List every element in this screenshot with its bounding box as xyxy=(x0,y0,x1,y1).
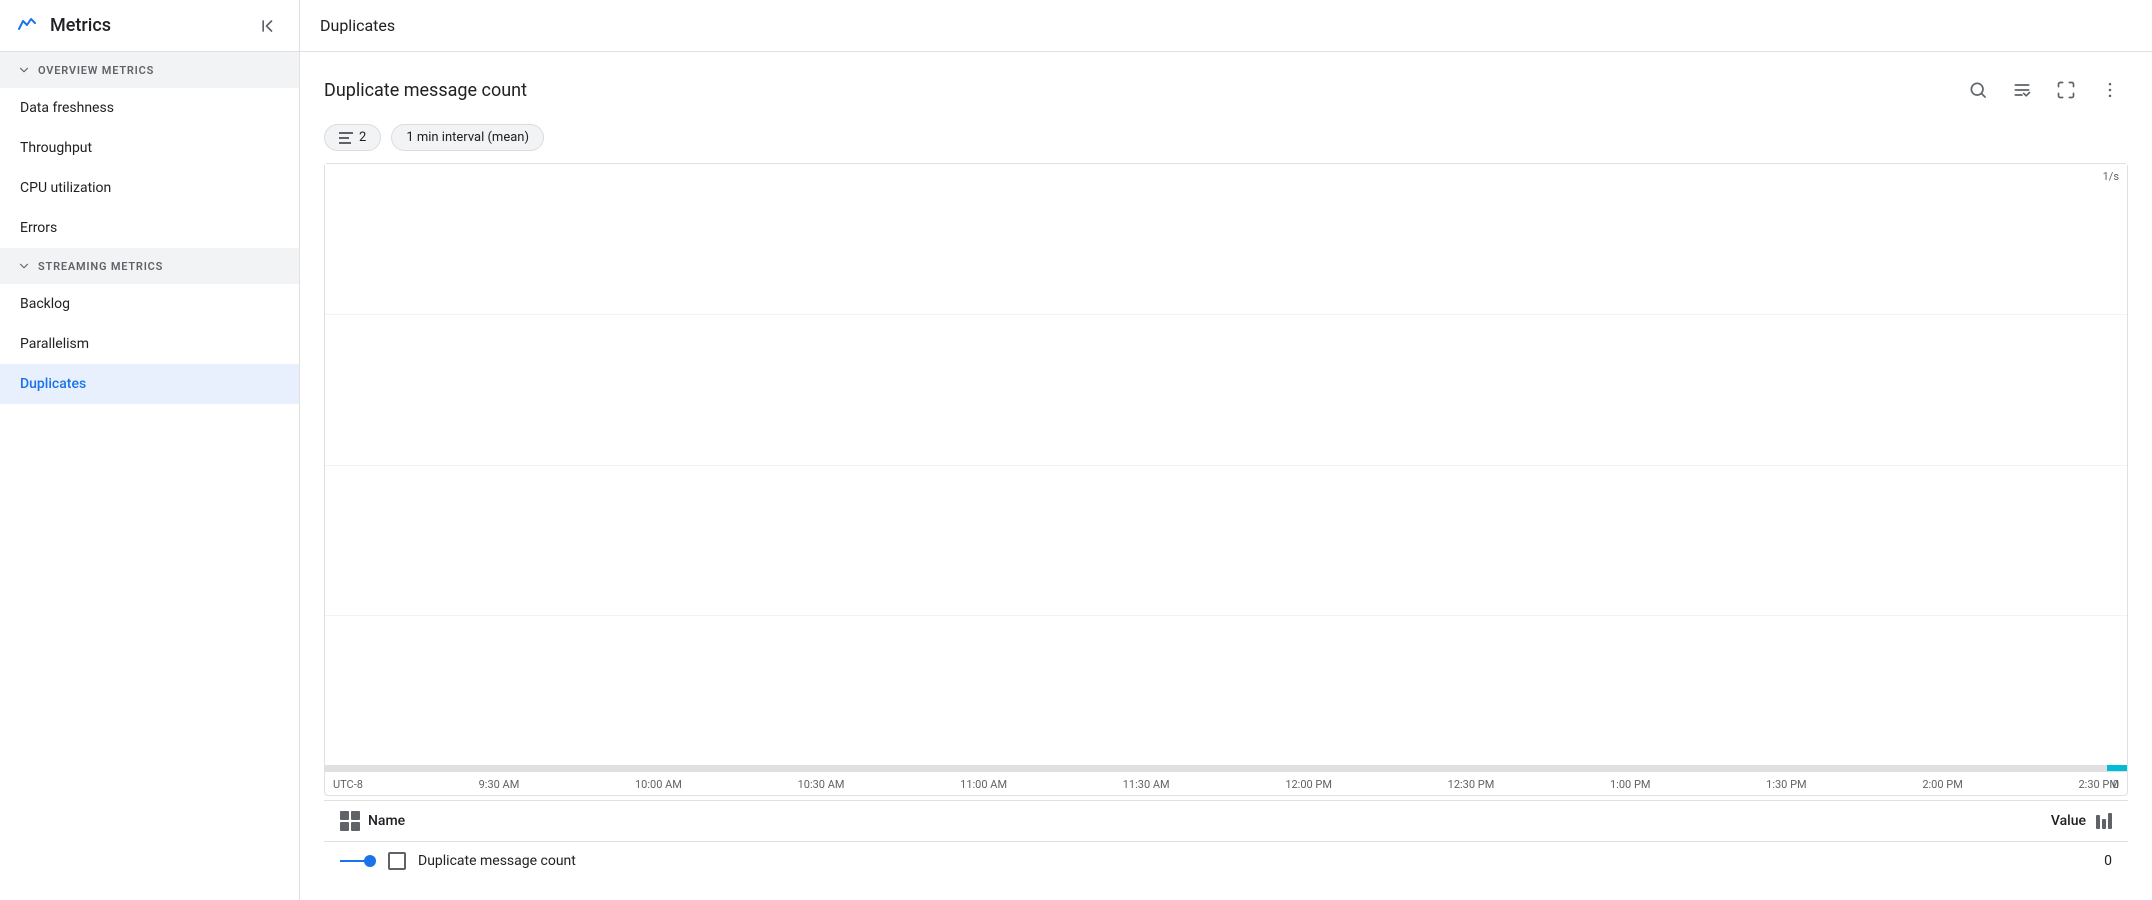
sidebar-item-backlog[interactable]: Backlog xyxy=(0,284,299,324)
x-label-1200: 12:00 PM xyxy=(1285,778,1332,791)
fullscreen-button[interactable] xyxy=(2048,72,2084,108)
chart-toolbar xyxy=(1960,72,2128,108)
sidebar: Metrics OVERVIEW METRICS Data freshness … xyxy=(0,0,300,900)
interval-pill[interactable]: 1 min interval (mean) xyxy=(391,124,544,151)
legend-table: Name Value xyxy=(324,800,2128,880)
chart-plot-area: 1/s xyxy=(325,164,2127,765)
app-title: Metrics xyxy=(50,15,111,36)
sidebar-item-data-freshness[interactable]: Data freshness xyxy=(0,88,299,128)
x-label-930: 9:30 AM xyxy=(479,778,520,791)
filter-count-pill[interactable]: 2 xyxy=(324,124,381,151)
filter-lines-icon xyxy=(339,132,353,144)
overview-section-label: OVERVIEW METRICS xyxy=(38,64,154,77)
columns-icon[interactable] xyxy=(2096,813,2112,829)
sidebar-section-streaming[interactable]: STREAMING METRICS xyxy=(0,248,299,284)
x-label-100: 1:00 PM xyxy=(1610,778,1650,791)
legend-grid-icon xyxy=(340,811,360,831)
legend-line-indicator xyxy=(340,855,376,867)
chart-container: Duplicate message count xyxy=(300,52,2152,900)
sidebar-item-errors[interactable]: Errors xyxy=(0,208,299,248)
x-axis: UTC-8 9:30 AM 10:00 AM 10:30 AM 11:00 AM… xyxy=(325,771,2127,795)
page-title: Duplicates xyxy=(320,16,395,35)
sidebar-collapse-button[interactable] xyxy=(255,12,283,40)
legend-checkbox[interactable] xyxy=(388,852,406,870)
sidebar-item-parallelism[interactable]: Parallelism xyxy=(0,324,299,364)
y-axis-max-label: 1/s xyxy=(2103,170,2119,183)
sidebar-header-left: Metrics xyxy=(16,12,111,40)
legend-button[interactable] xyxy=(2004,72,2040,108)
legend-row-name: Duplicate message count xyxy=(418,853,576,869)
x-label-1030: 10:30 AM xyxy=(798,778,845,791)
legend-row: Duplicate message count 0 xyxy=(324,842,2128,880)
main-content: Duplicates Duplicate message count xyxy=(300,0,2152,900)
sidebar-section-overview[interactable]: OVERVIEW METRICS xyxy=(0,52,299,88)
legend-row-left: Duplicate message count xyxy=(340,852,576,870)
sidebar-item-cpu-utilization[interactable]: CPU utilization xyxy=(0,168,299,208)
sidebar-header: Metrics xyxy=(0,0,299,52)
x-label-130: 1:30 PM xyxy=(1766,778,1806,791)
x-axis-labels: UTC-8 9:30 AM 10:00 AM 10:30 AM 11:00 AM… xyxy=(325,778,2127,791)
chart-title: Duplicate message count xyxy=(324,80,527,101)
legend-name-header-text: Name xyxy=(368,813,405,829)
x-label-utc: UTC-8 xyxy=(333,778,363,791)
legend-name-header: Name xyxy=(340,811,405,831)
grid-line xyxy=(325,615,2127,616)
filter-count: 2 xyxy=(359,130,366,145)
x-label-1130: 11:30 AM xyxy=(1123,778,1170,791)
streaming-section-label: STREAMING METRICS xyxy=(38,260,163,273)
main-header: Duplicates xyxy=(300,0,2152,52)
legend-dot xyxy=(364,855,376,867)
grid-line xyxy=(325,465,2127,466)
y-axis-zero-label: 0 xyxy=(2113,778,2119,791)
interval-label: 1 min interval (mean) xyxy=(406,130,529,145)
more-options-button[interactable] xyxy=(2092,72,2128,108)
chart-filters: 2 1 min interval (mean) xyxy=(324,124,2128,151)
chevron-down-icon xyxy=(16,62,32,78)
x-label-1000: 10:00 AM xyxy=(635,778,682,791)
sidebar-item-throughput[interactable]: Throughput xyxy=(0,128,299,168)
sidebar-item-duplicates[interactable]: Duplicates xyxy=(0,364,299,404)
chevron-down-icon-streaming xyxy=(16,258,32,274)
legend-header: Name Value xyxy=(324,801,2128,842)
legend-value-header-text: Value xyxy=(2051,813,2086,829)
x-label-200: 2:00 PM xyxy=(1922,778,1962,791)
grid-line xyxy=(325,314,2127,315)
x-label-1100: 11:00 AM xyxy=(960,778,1007,791)
legend-value-header: Value xyxy=(2051,813,2112,829)
chart-title-row: Duplicate message count xyxy=(324,72,2128,108)
legend-row-value: 0 xyxy=(2104,853,2112,869)
metrics-logo-icon xyxy=(16,12,40,40)
chart-area: 1/s UTC-8 9:30 AM 10:00 AM 10:30 xyxy=(324,163,2128,796)
x-label-1230: 12:30 PM xyxy=(1448,778,1495,791)
search-button[interactable] xyxy=(1960,72,1996,108)
